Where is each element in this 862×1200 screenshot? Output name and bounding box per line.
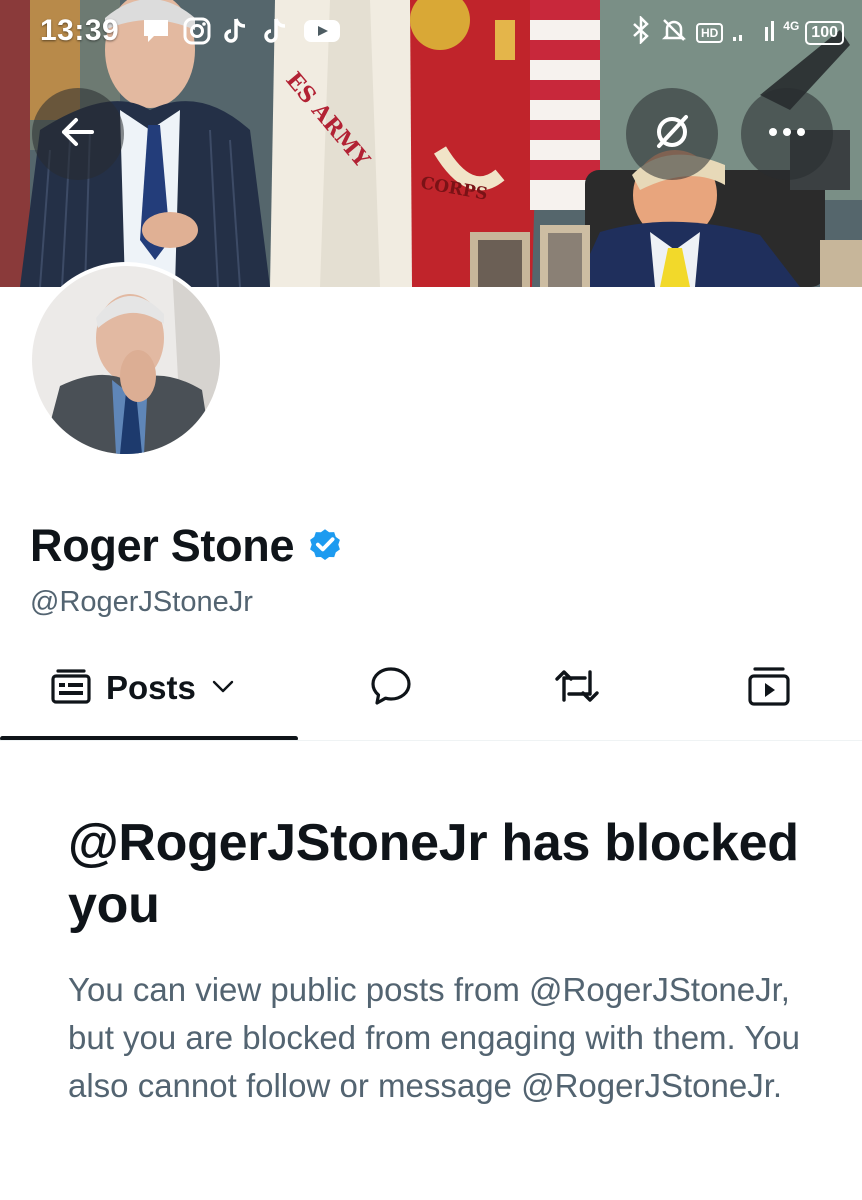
tab-posts[interactable]: Posts: [50, 640, 236, 736]
profile-handle: @RogerJStoneJr: [30, 586, 253, 618]
bell-off-icon: [660, 16, 688, 49]
posts-feed-icon: [50, 667, 92, 710]
chevron-down-icon[interactable]: [210, 673, 236, 704]
status-bar: 13:39 HD 4G 100: [0, 0, 862, 66]
status-time: 13:39: [40, 14, 120, 47]
grok-icon: [650, 110, 694, 159]
tab-posts-label: Posts: [106, 669, 196, 706]
tiktok-icon: [222, 16, 250, 46]
blocked-title: @RogerJStoneJr has blocked you: [68, 814, 799, 934]
repost-icon: [552, 664, 602, 713]
tabs-divider: [0, 740, 862, 741]
youtube-icon: [302, 16, 342, 46]
verified-badge-icon[interactable]: [306, 525, 344, 568]
more-button[interactable]: [741, 88, 833, 180]
blocked-body: You can view public posts from @RogerJSt…: [68, 971, 800, 1104]
profile-banner[interactable]: ES ARMY CORPS 13:39 HD 4G 100: [0, 0, 862, 287]
tab-replies[interactable]: [368, 640, 414, 736]
bluetooth-icon: [630, 14, 652, 49]
avatar: [32, 266, 220, 454]
network-label: 4G: [783, 18, 800, 33]
arrow-left-icon: [58, 112, 98, 157]
status-right-icons: HD 4G 100: [630, 14, 844, 49]
more-icon: [767, 125, 807, 143]
hd-icon: HD: [695, 22, 724, 43]
grok-button[interactable]: [626, 88, 718, 180]
tab-reposts[interactable]: [552, 640, 602, 736]
tiktok-icon: [262, 16, 290, 46]
display-name: Roger Stone: [30, 520, 295, 571]
back-button[interactable]: [32, 88, 124, 180]
profile-avatar[interactable]: [28, 262, 224, 458]
reply-icon: [368, 663, 414, 714]
profile-tabs: Posts: [0, 640, 862, 741]
signal-icon: [731, 17, 775, 48]
tab-media[interactable]: [746, 640, 792, 736]
video-media-icon: [746, 664, 792, 713]
instagram-icon: [182, 16, 212, 46]
message-icon: [140, 16, 172, 46]
battery-icon: 100: [805, 20, 844, 45]
profile-name-row: Roger Stone: [30, 520, 344, 572]
